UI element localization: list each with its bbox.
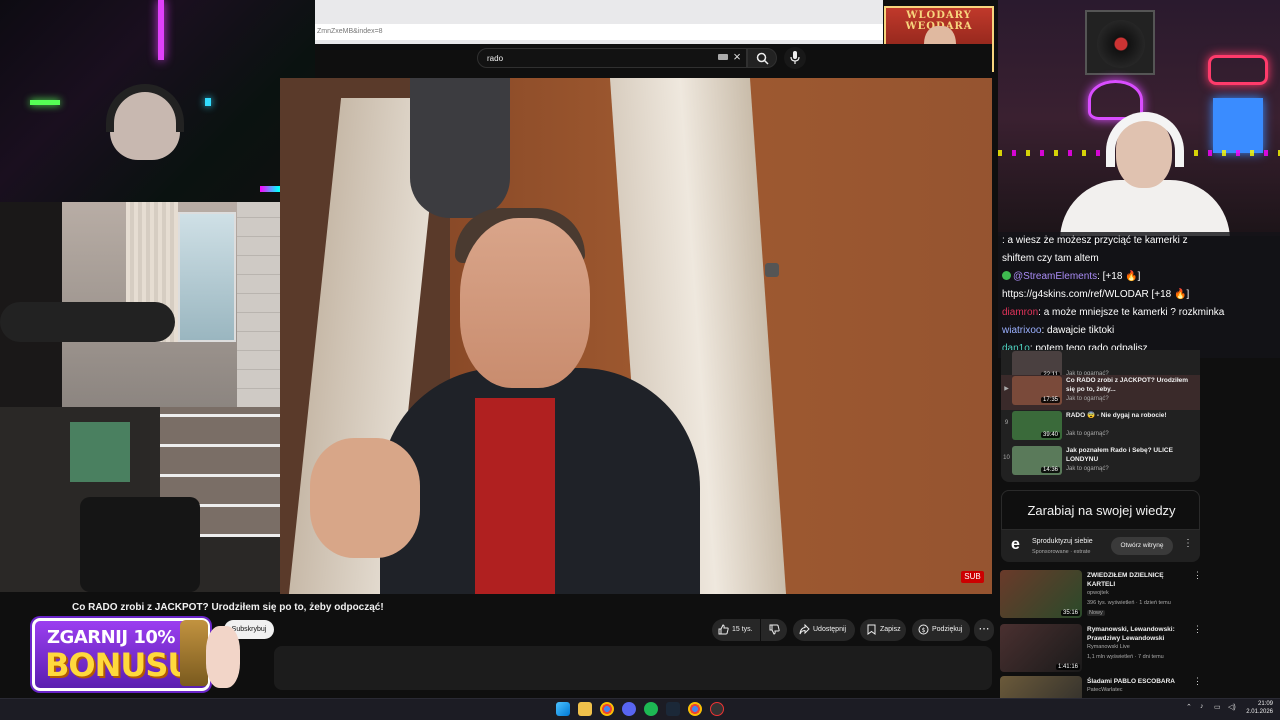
voice-search-button[interactable]	[784, 47, 806, 69]
search-icon	[756, 52, 769, 65]
thumbs-down-icon	[769, 624, 780, 635]
chat-message: : a wiesz że możesz przyciąć te kamerki …	[1002, 235, 1188, 246]
thumbs-up-icon	[718, 624, 729, 635]
webcam-top-left	[0, 0, 315, 202]
save-label: Zapisz	[880, 626, 901, 633]
microphone-icon	[790, 51, 800, 64]
video-menu-icon[interactable]: ⋮	[1193, 570, 1202, 581]
mascot-graphic	[206, 626, 240, 688]
like-count: 15 tys.	[732, 626, 753, 633]
search-button[interactable]	[747, 48, 777, 68]
video-thumbnail[interactable]	[1000, 676, 1082, 698]
promo-line-2: BONUSU	[45, 646, 193, 684]
recommended-video[interactable]: Śladami PABLO ESCOBARA PatecWarlatec ⋮	[1000, 676, 1200, 698]
webcam-streamer	[998, 0, 1280, 236]
spotify-icon[interactable]	[644, 702, 658, 716]
sponsored-ad[interactable]: Zarabiaj na swojej wiedzy e Sproduktyzuj…	[1001, 490, 1200, 562]
system-clock[interactable]: 21:09 2.01.2026	[1243, 700, 1273, 716]
url-bar[interactable]: ZmnZxeMB&index=8	[315, 24, 883, 40]
thanks-label: Podziękuj	[932, 626, 963, 633]
share-button[interactable]: Udostępnij	[793, 619, 855, 641]
playlist-panel: 22:11 Jak to ogarnąć? ▶ 17:35 Co RADO zr…	[1001, 350, 1200, 482]
thanks-button[interactable]: $ Podziękuj	[912, 619, 970, 641]
super-thanks-icon: $	[918, 624, 929, 635]
keyboard-icon[interactable]	[718, 54, 728, 60]
share-label: Udostępnij	[813, 626, 847, 633]
video-menu-icon[interactable]: ⋮	[1193, 624, 1202, 635]
taskbar: ⌃ ♪ ▭ ◁) 21:09 2.01.2026	[0, 698, 1280, 720]
ad-name: Sproduktyzuj siebie	[1032, 538, 1093, 545]
ad-logo: e	[1011, 536, 1020, 553]
dislike-button[interactable]	[761, 619, 787, 641]
recommended-video[interactable]: 1:41:16 Rymanowski, Lewandowski: Prawdzi…	[1000, 624, 1202, 676]
clear-search-icon[interactable]: ×	[731, 48, 743, 66]
chat-message: https://g4skins.com/ref/WLODAR [+18 🔥]	[1002, 289, 1190, 300]
video-title: Co RADO zrobi z JACKPOT? Urodziłem się p…	[72, 602, 384, 613]
video-thumbnail[interactable]: 39:40	[1012, 411, 1062, 440]
video-thumbnail[interactable]: 35:16	[1000, 570, 1082, 618]
promo-line-1: ZGARNIJ 10%	[47, 627, 175, 648]
recommended-video[interactable]: 35:16 ZWIEDZIŁEM DZIELNICĘ KARTELI opwoj…	[1000, 570, 1202, 622]
video-thumbnail[interactable]: 14:36	[1012, 446, 1062, 475]
start-icon[interactable]	[556, 702, 570, 716]
video-thumbnail[interactable]: 17:35	[1012, 376, 1062, 405]
chat-message: wiatrixoo: dawajcie tiktoki	[1002, 325, 1115, 336]
bookmark-icon	[867, 624, 876, 635]
more-actions-button[interactable]: ⋯	[974, 619, 994, 641]
ad-sponsored-label: Sponsorowane · estrate	[1032, 549, 1091, 555]
ad-banner[interactable]: Zarabiaj na swojej wiedzy	[1001, 490, 1200, 530]
ad-banner-text: Zarabiaj na swojej wiedzy	[1027, 503, 1176, 518]
network-icon[interactable]: ▭	[1214, 703, 1221, 711]
like-button[interactable]: 15 tys.	[712, 619, 760, 641]
playlist-item[interactable]: 9 39:40 RADO 😨 - Nie dygaj na robocie! J…	[1001, 410, 1200, 445]
webcam-middle-left	[0, 202, 305, 407]
steam-icon[interactable]	[666, 702, 680, 716]
ad-menu-icon[interactable]: ⋮	[1183, 538, 1193, 549]
description-box[interactable]	[274, 646, 992, 690]
verified-icon	[1002, 271, 1011, 280]
webcam-bottom-left	[0, 407, 280, 592]
chat-message: @StreamElements: [+18 🔥]	[1002, 268, 1280, 286]
chat-message: shiftem czy tam altem	[1002, 253, 1099, 264]
chat-overlay: : a wiesz że możesz przyciąć te kamerki …	[998, 232, 1280, 358]
tray-chevron-icon[interactable]: ⌃	[1186, 703, 1192, 711]
file-explorer-icon[interactable]	[578, 702, 592, 716]
volume-icon[interactable]: ◁)	[1228, 703, 1236, 711]
bottle-graphic	[180, 620, 208, 686]
save-button[interactable]: Zapisz	[860, 619, 906, 641]
obs-icon[interactable]	[710, 702, 724, 716]
chrome-icon-2[interactable]	[688, 702, 702, 716]
subscribe-watermark[interactable]: SUB	[961, 571, 984, 583]
svg-text:$: $	[922, 627, 926, 634]
discord-icon[interactable]	[622, 702, 636, 716]
chrome-icon[interactable]	[600, 702, 614, 716]
video-player[interactable]	[280, 78, 992, 594]
microphone-tray-icon[interactable]: ♪	[1200, 703, 1204, 710]
playlist-item[interactable]: 10 14:36 Jak poznałem Rado i Sebę? ULICE…	[1001, 445, 1200, 480]
open-site-button[interactable]: Otwórz witrynę	[1111, 537, 1173, 555]
playlist-item-current[interactable]: ▶ 17:35 Co RADO zrobi z JACKPOT? Urodził…	[1001, 375, 1200, 410]
video-thumbnail[interactable]: 1:41:16	[1000, 624, 1082, 672]
chat-message: diamron: a może mniejsze te kamerki ? ro…	[1002, 307, 1225, 318]
video-menu-icon[interactable]: ⋮	[1193, 676, 1200, 687]
search-input[interactable]: rado	[477, 48, 747, 68]
share-icon	[799, 624, 810, 635]
